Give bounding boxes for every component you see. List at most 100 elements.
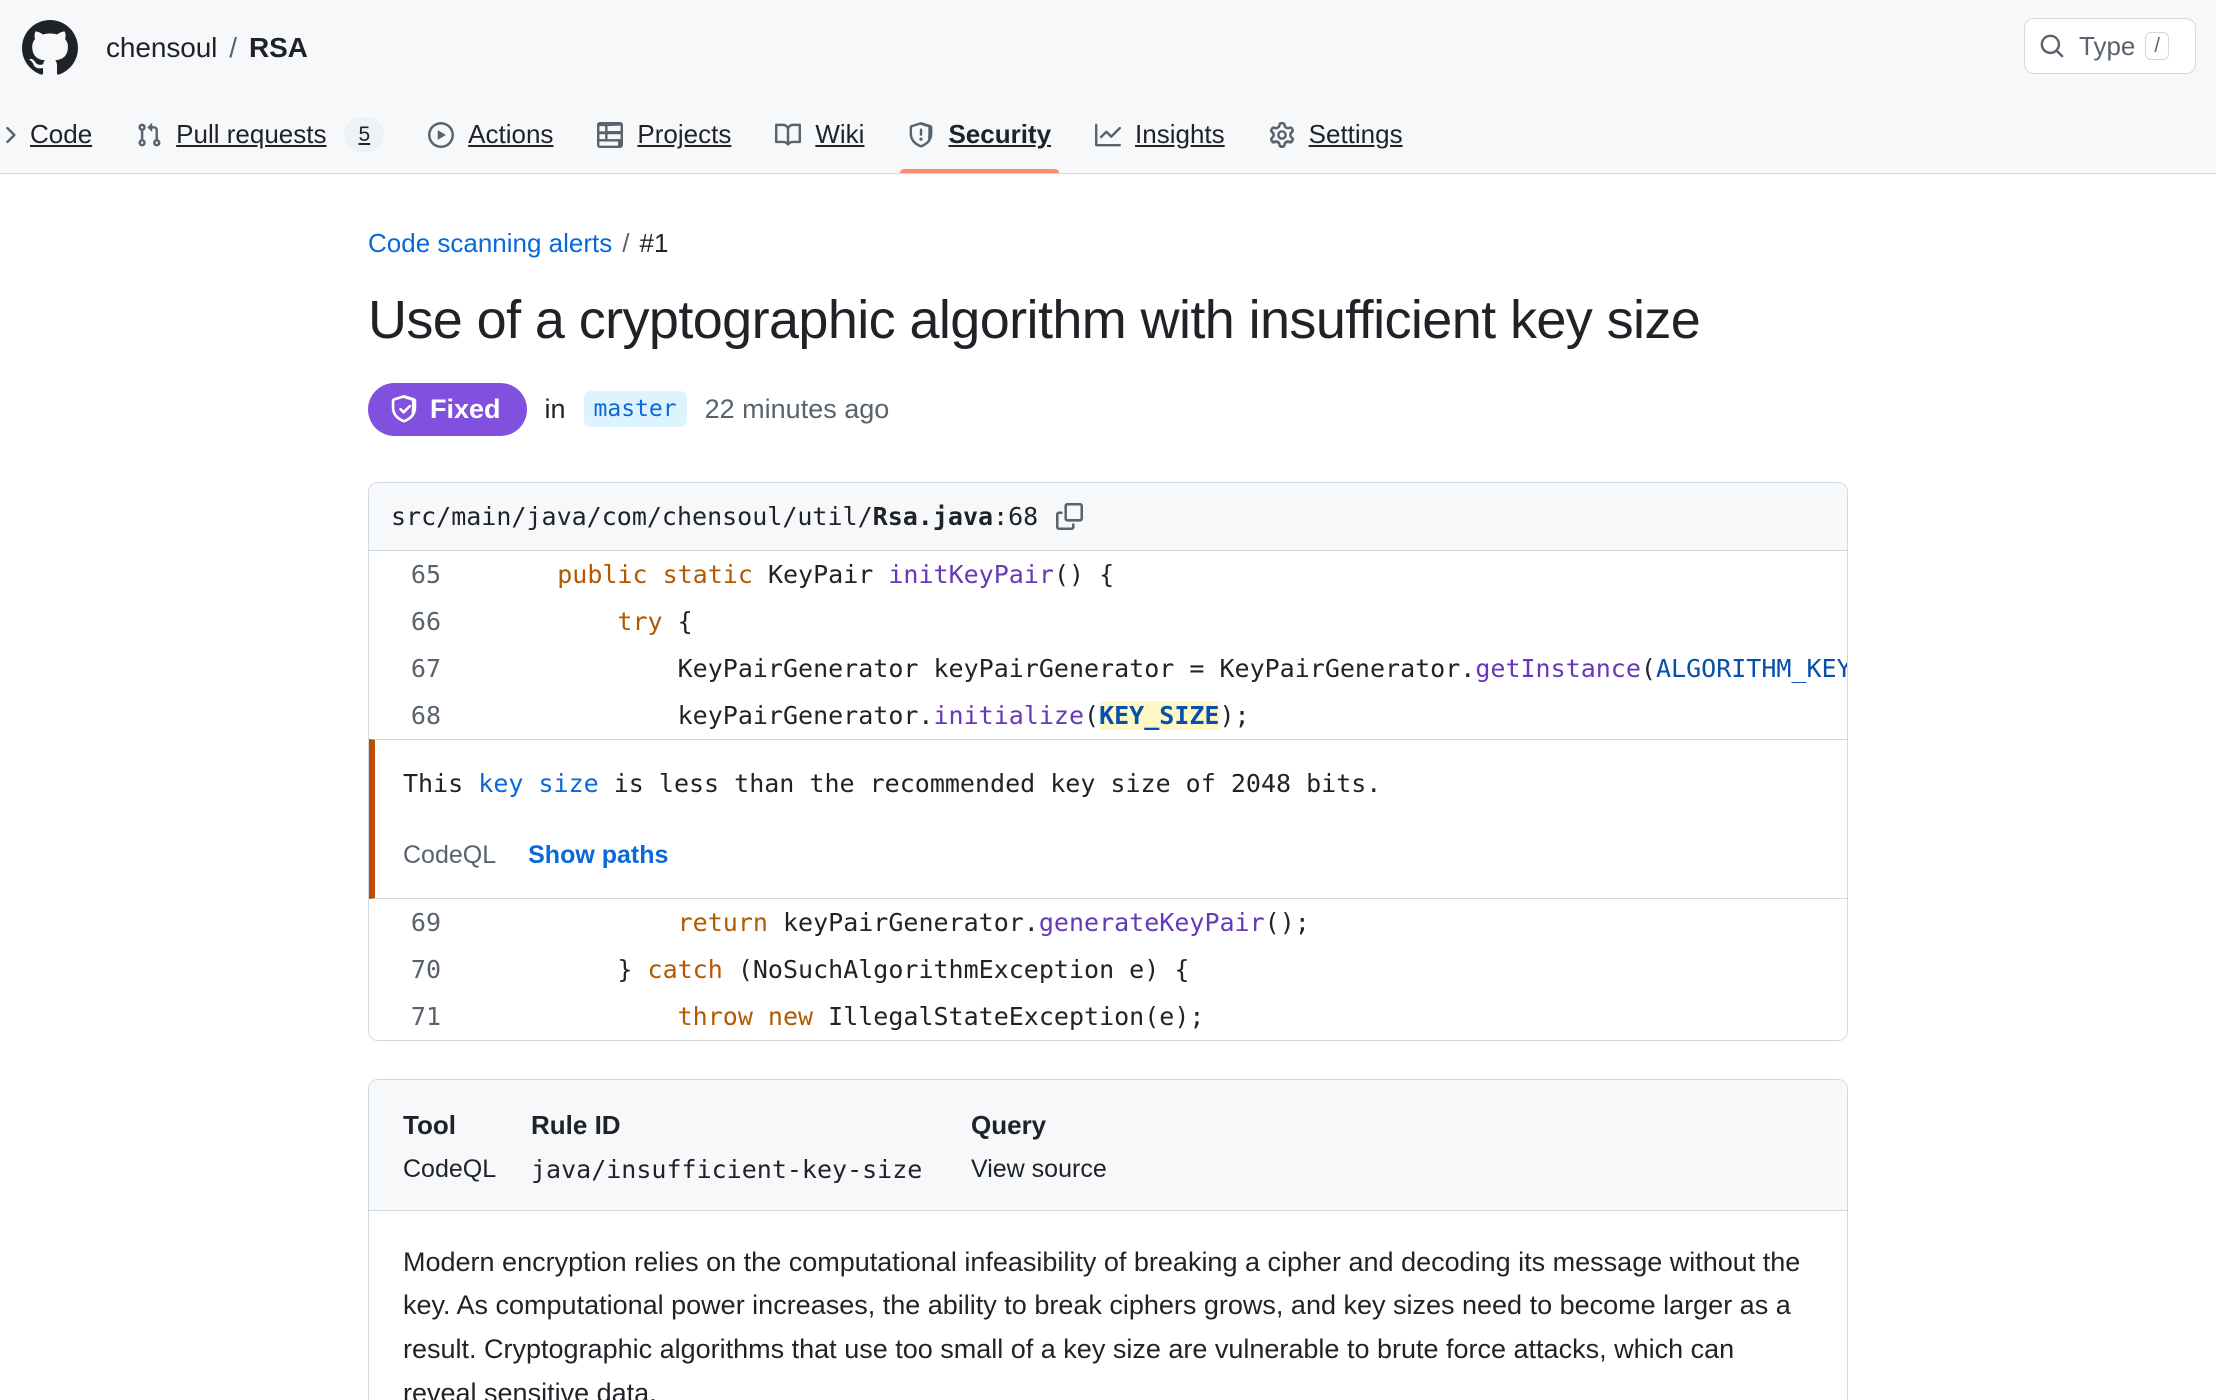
detail-rule-value: java/insufficient-key-size xyxy=(531,1154,923,1184)
detail-rule: Rule ID java/insufficient-key-size xyxy=(531,1110,971,1184)
code-token-plain: keyPairGenerator. xyxy=(497,700,934,730)
github-mark-icon[interactable] xyxy=(22,20,78,76)
code-line-number[interactable]: 69 xyxy=(369,899,469,946)
copy-icon[interactable] xyxy=(1056,502,1084,530)
nav-item-code-label: Code xyxy=(30,119,93,149)
annotation-footer: CodeQL Show paths xyxy=(403,841,1847,870)
code-token-kw2: return xyxy=(677,907,768,937)
page-title: Use of a cryptographic algorithm with in… xyxy=(368,290,1701,350)
pull-requests-counter: 5 xyxy=(344,116,385,153)
breadcrumb: Code scanning alerts / #1 xyxy=(368,228,2216,259)
code-line-number[interactable]: 68 xyxy=(369,692,469,739)
code-token-kw2: throw new xyxy=(677,1001,814,1031)
code-token-plain: (NoSuchAlgorithmException e) { xyxy=(722,954,1190,984)
table-icon xyxy=(597,121,624,148)
code-token-fn: getInstance xyxy=(1475,653,1641,683)
detail-tool-value: CodeQL xyxy=(403,1154,497,1183)
page-header: chensoul / RSA Type / xyxy=(0,0,2216,96)
search-input[interactable]: Type / xyxy=(2024,18,2196,74)
nav-item-actions-label: Actions xyxy=(468,119,554,149)
detail-query-label: Query xyxy=(971,1109,1047,1140)
code-line-content: } catch (NoSuchAlgorithmException e) { xyxy=(469,946,1189,993)
code-token-plain: KeyPair xyxy=(752,559,889,589)
annotation-message-prefix: This xyxy=(403,768,479,798)
code-token-plain: () { xyxy=(1053,559,1115,589)
nav-item-actions[interactable]: Actions xyxy=(406,96,575,173)
breadcrumb-parent-link[interactable]: Code scanning alerts xyxy=(368,228,612,259)
code-token-kw2: public static xyxy=(557,559,753,589)
alert-details-header: Tool CodeQL Rule ID java/insufficient-ke… xyxy=(369,1079,1847,1211)
code-icon xyxy=(6,126,16,143)
code-line: 66 try { xyxy=(369,598,1847,645)
code-token-plain: IllegalStateException(e); xyxy=(813,1001,1205,1031)
code-line-content: keyPairGenerator.initialize(KEY_SIZE); xyxy=(469,692,1250,739)
code-snippet-card: src/main/java/com/chensoul/util/Rsa.java… xyxy=(368,481,1848,1041)
repo-name-link[interactable]: RSA xyxy=(249,32,308,64)
detail-query-value[interactable]: View source xyxy=(971,1155,1371,1184)
main-content: Code scanning alerts / #1 Use of a crypt… xyxy=(0,174,2216,1400)
nav-item-pull-requests[interactable]: Pull requests 5 xyxy=(114,96,406,173)
nav-item-wiki[interactable]: Wiki xyxy=(753,96,886,173)
search-shortcut-key: / xyxy=(2145,32,2169,60)
show-paths-link[interactable]: Show paths xyxy=(528,841,668,870)
repo-breadcrumb: chensoul / RSA xyxy=(106,32,308,64)
code-token-fn: initialize xyxy=(933,700,1085,730)
code-line-number[interactable]: 66 xyxy=(369,598,469,645)
nav-item-security[interactable]: Security xyxy=(886,96,1073,173)
shield-check-icon xyxy=(391,395,417,423)
code-line: 67 KeyPairGenerator keyPairGenerator = K… xyxy=(369,645,1847,692)
graph-icon xyxy=(1095,123,1122,146)
nav-item-settings-label: Settings xyxy=(1308,119,1403,149)
annotation-message-suffix: is less than the recommended key size of… xyxy=(598,768,1382,798)
play-circle-icon xyxy=(428,121,455,148)
code-lines-after: 69 return keyPairGenerator.generateKeyPa… xyxy=(369,899,1847,1040)
code-token-plain: ( xyxy=(1084,700,1100,730)
code-token-plain: ( xyxy=(1640,653,1656,683)
code-line-content: return keyPairGenerator.generateKeyPair(… xyxy=(469,899,1310,946)
annotation-message-link[interactable]: key size xyxy=(478,769,598,798)
code-line-number[interactable]: 67 xyxy=(369,645,469,692)
nav-item-insights[interactable]: Insights xyxy=(1073,96,1247,173)
code-token-plain: } xyxy=(497,954,648,984)
shield-alert-icon xyxy=(910,121,933,147)
alert-annotation: This key size is less than the recommend… xyxy=(369,738,1847,899)
code-line-number[interactable]: 65 xyxy=(369,551,469,598)
code-token-hl: KEY_SIZE xyxy=(1099,700,1220,730)
code-line: 69 return keyPairGenerator.generateKeyPa… xyxy=(369,899,1847,946)
code-line-content: KeyPairGenerator keyPairGenerator = KeyP… xyxy=(469,645,1847,692)
branch-chip[interactable]: master xyxy=(583,391,687,428)
code-line-number[interactable]: 70 xyxy=(369,946,469,993)
nav-item-security-label: Security xyxy=(948,119,1052,149)
code-token-plain: (); xyxy=(1264,907,1310,937)
nav-item-settings[interactable]: Settings xyxy=(1247,96,1425,173)
breadcrumb-current: #1 xyxy=(639,228,669,258)
file-path[interactable]: src/main/java/com/chensoul/util/Rsa.java… xyxy=(391,502,1038,531)
code-line: 70 } catch (NoSuchAlgorithmException e) … xyxy=(369,946,1847,993)
annotation-message: This key size is less than the recommend… xyxy=(403,766,1847,801)
search-icon xyxy=(2040,34,2064,58)
nav-item-insights-label: Insights xyxy=(1135,119,1225,149)
code-line-number[interactable]: 71 xyxy=(369,993,469,1040)
search-placeholder: Type xyxy=(2079,30,2136,61)
code-token-fn: generateKeyPair xyxy=(1038,907,1265,937)
detail-rule-label: Rule ID xyxy=(531,1109,621,1140)
file-path-prefix: src/main/java/com/chensoul/util/ xyxy=(391,501,873,531)
detail-query: Query View source xyxy=(971,1110,1371,1184)
nav-item-pull-requests-label: Pull requests xyxy=(176,119,327,149)
detail-tool-label: Tool xyxy=(403,1109,456,1140)
status-badge-label: Fixed xyxy=(430,393,501,424)
repo-path-separator: / xyxy=(229,32,237,63)
code-token-plain: { xyxy=(662,606,693,636)
detail-tool: Tool CodeQL xyxy=(403,1110,531,1184)
code-token-plain: keyPairGenerator. xyxy=(767,907,1039,937)
code-line-content: throw new IllegalStateException(e); xyxy=(469,993,1205,1040)
repo-owner-link[interactable]: chensoul xyxy=(106,32,217,64)
nav-item-code[interactable]: Code xyxy=(0,96,114,173)
nav-item-projects[interactable]: Projects xyxy=(575,96,753,173)
code-line: 71 throw new IllegalStateException(e); xyxy=(369,993,1847,1040)
alert-meta-row: Fixed in master 22 minutes ago xyxy=(368,382,2216,436)
code-token-kw2: try xyxy=(617,606,663,636)
